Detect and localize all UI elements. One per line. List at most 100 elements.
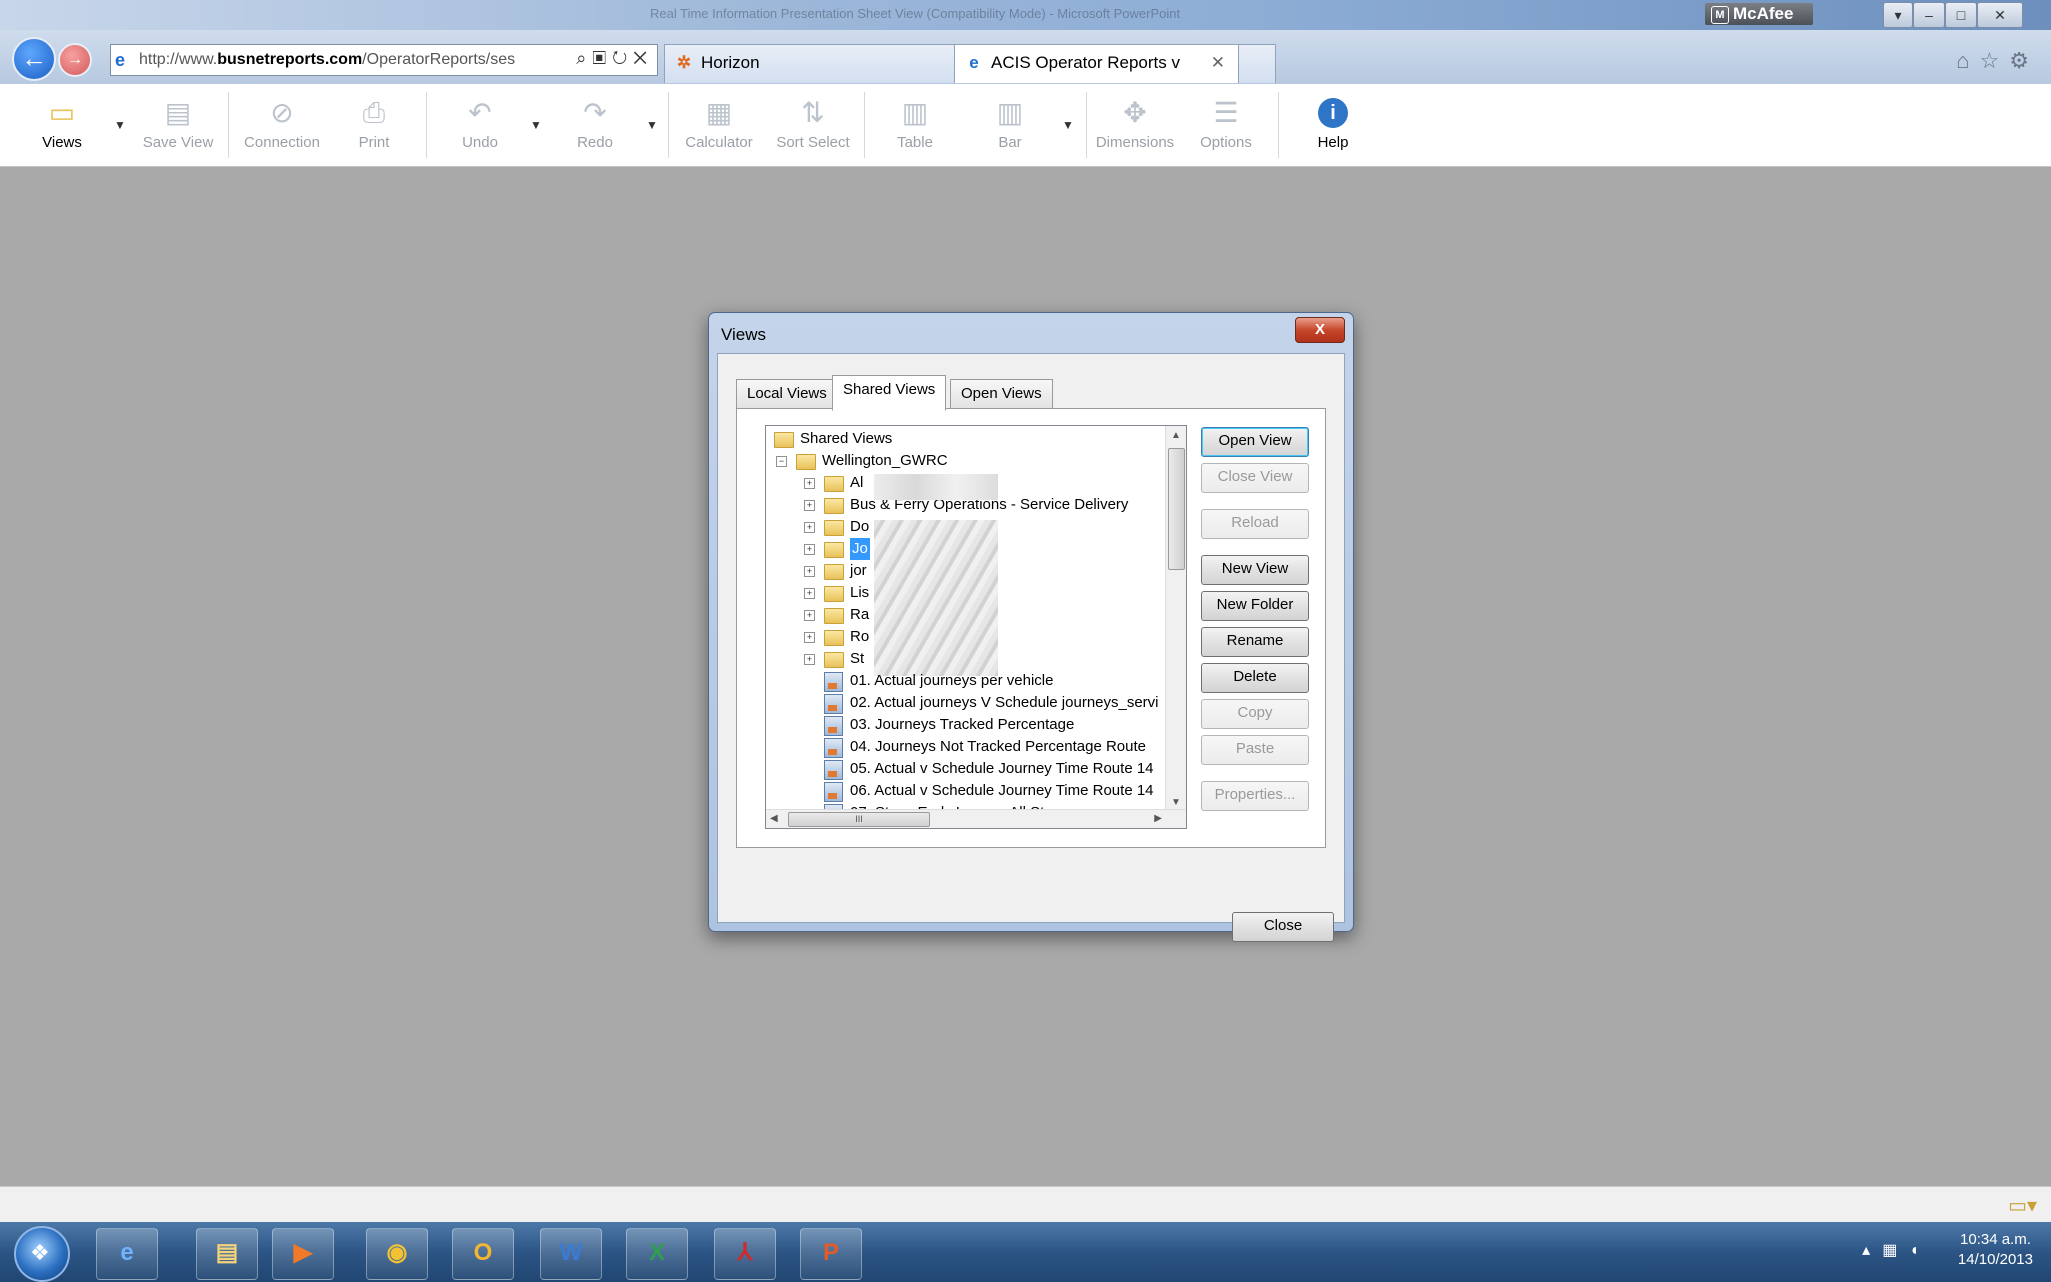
internet-explorer-icon[interactable]: e [96,1228,158,1280]
acrobat-icon[interactable]: ⅄ [714,1228,776,1280]
stop-icon[interactable]: ✕ [633,48,653,68]
new-folder-button[interactable]: New Folder [1201,591,1309,621]
new-view-button[interactable]: New View [1201,555,1309,585]
copy-button[interactable]: Copy [1201,699,1309,729]
address-bar[interactable]: e http://www.busnetreports.com/OperatorR… [110,44,658,76]
report-icon [824,738,843,758]
scroll-thumb[interactable] [1168,448,1185,570]
save-view-button[interactable]: ▤ Save View [138,90,218,160]
refresh-icon[interactable]: ↻ [612,48,633,68]
word-icon[interactable]: W [540,1228,602,1280]
new-tab[interactable] [1238,44,1276,83]
expand-icon[interactable]: + [804,654,815,665]
delete-button[interactable]: Delete [1201,663,1309,693]
network-icon[interactable]: ▦ [1882,1242,1909,1259]
gear-icon[interactable]: ⚙ [2009,48,2039,73]
mcafee-badge[interactable]: M McAfee [1705,3,1813,25]
expand-icon[interactable]: + [804,632,815,643]
expand-icon[interactable]: + [804,566,815,577]
print-button[interactable]: ⎙ Print [350,90,398,160]
tab-close-icon[interactable]: ✕ [1211,45,1225,81]
collapse-icon[interactable]: − [776,456,787,467]
undo-button[interactable]: ↶ Undo [454,90,506,160]
shared-views-panel: Shared Views − Wellington_GWRC + Al + Bus &… [736,408,1326,848]
views-button[interactable]: ▭ Views [32,90,92,160]
tab-acis[interactable]: e ACIS Operator Reports v ✕ [954,44,1240,83]
bar-dropdown-icon[interactable]: ▼ [1062,118,1074,132]
tab-shared-views[interactable]: Shared Views [832,375,947,411]
options-button[interactable]: ☰ Options [1192,90,1260,160]
close-view-button[interactable]: Close View [1201,463,1309,493]
dialog-close-icon[interactable]: X [1295,317,1345,343]
tab-open-views[interactable]: Open Views [950,379,1053,409]
scroll-thumb[interactable]: III [788,812,930,827]
start-button[interactable]: ❖ [14,1226,70,1282]
tab-local-views[interactable]: Local Views [736,379,838,409]
expand-icon[interactable]: + [804,610,815,621]
expand-icon[interactable]: + [804,544,815,555]
scroll-left-icon[interactable]: ◀ [770,813,778,824]
open-view-button[interactable]: Open View [1201,427,1309,457]
views-dropdown-icon[interactable]: ▼ [114,118,126,132]
tree-horizontal-scrollbar[interactable]: ◀ III ▶ [766,809,1186,828]
views-tree[interactable]: Shared Views − Wellington_GWRC + Al + Bus &… [765,425,1187,829]
excel-icon[interactable]: X [626,1228,688,1280]
tray-expand-icon[interactable]: ▴ [1862,1242,1882,1259]
address-url[interactable]: http://www.busnetreports.com/OperatorRep… [139,51,515,69]
folder-icon [774,432,794,448]
options-icon: ☰ [1213,97,1239,128]
expand-icon[interactable]: + [804,588,815,599]
table-button[interactable]: ▥ Table [890,90,940,160]
back-button[interactable]: ← [12,37,56,81]
properties-button[interactable]: Properties... [1201,781,1309,811]
tree-vertical-scrollbar[interactable]: ▲ ▼ [1165,426,1186,810]
maximize-button[interactable]: □ [1945,2,1977,28]
report-icon [824,672,843,692]
tree-label: Lis [850,584,870,601]
expand-icon[interactable]: + [804,478,815,489]
close-button[interactable]: Close [1232,912,1334,942]
expand-icon[interactable]: + [804,522,815,533]
chrome-icon[interactable]: ◉ [366,1228,428,1280]
reload-button[interactable]: Reload [1201,509,1309,539]
compat-icon[interactable]: ▣ [592,48,612,68]
media-player-icon[interactable]: ▶ [272,1228,334,1280]
tree-label: Do [850,518,870,535]
folder-icon [824,498,844,514]
redo-label: Redo [577,134,613,151]
window-close-button[interactable]: ✕ [1977,2,2023,28]
outlook-icon[interactable]: O [452,1228,514,1280]
redo-dropdown-icon[interactable]: ▼ [646,118,658,132]
search-icon[interactable]: ⌕ [576,48,592,68]
dimensions-button[interactable]: ✥ Dimensions [1090,90,1180,160]
sort-select-label: Sort Select [776,134,850,151]
tree-label: 05. Actual v Schedule Journey Time Route… [850,760,1154,777]
connection-button[interactable]: ⊘ Connection [234,90,330,160]
undo-dropdown-icon[interactable]: ▼ [530,118,542,132]
scroll-right-icon[interactable]: ▶ [1154,813,1162,824]
calculator-button[interactable]: ▦ Calculator [678,90,760,160]
scroll-down-icon[interactable]: ▼ [1171,797,1181,808]
tree-label: Al [850,474,864,491]
home-icon[interactable]: ⌂ [1956,48,1979,73]
folder-icon[interactable]: ▭▾ [2008,1193,2037,1218]
scroll-up-icon[interactable]: ▲ [1171,430,1181,441]
rename-button[interactable]: Rename [1201,627,1309,657]
favorites-icon[interactable]: ☆ [1980,48,2010,73]
browser-tools: ⌂☆⚙ [1956,48,2039,74]
paste-button[interactable]: Paste [1201,735,1309,765]
help-button[interactable]: i Help [1300,90,1366,160]
file-explorer-icon[interactable]: ▤ [196,1228,258,1280]
powerpoint-icon[interactable]: P [800,1228,862,1280]
sort-select-button[interactable]: ⇅ Sort Select [770,90,856,160]
clock[interactable]: 10:34 a.m. 14/10/2013 [1958,1230,2033,1270]
minimize-button[interactable]: – [1913,2,1945,28]
undo-label: Undo [462,134,498,151]
volume-icon[interactable]: ◖ [1909,1242,1931,1259]
tab-horizon[interactable]: ✲ Horizon [664,44,956,83]
window-menu-button[interactable]: ▾ [1883,2,1913,28]
redo-button[interactable]: ↷ Redo [568,90,622,160]
forward-button[interactable]: → [58,43,92,77]
expand-icon[interactable]: + [804,500,815,511]
bar-button[interactable]: ▥ Bar [990,90,1030,160]
